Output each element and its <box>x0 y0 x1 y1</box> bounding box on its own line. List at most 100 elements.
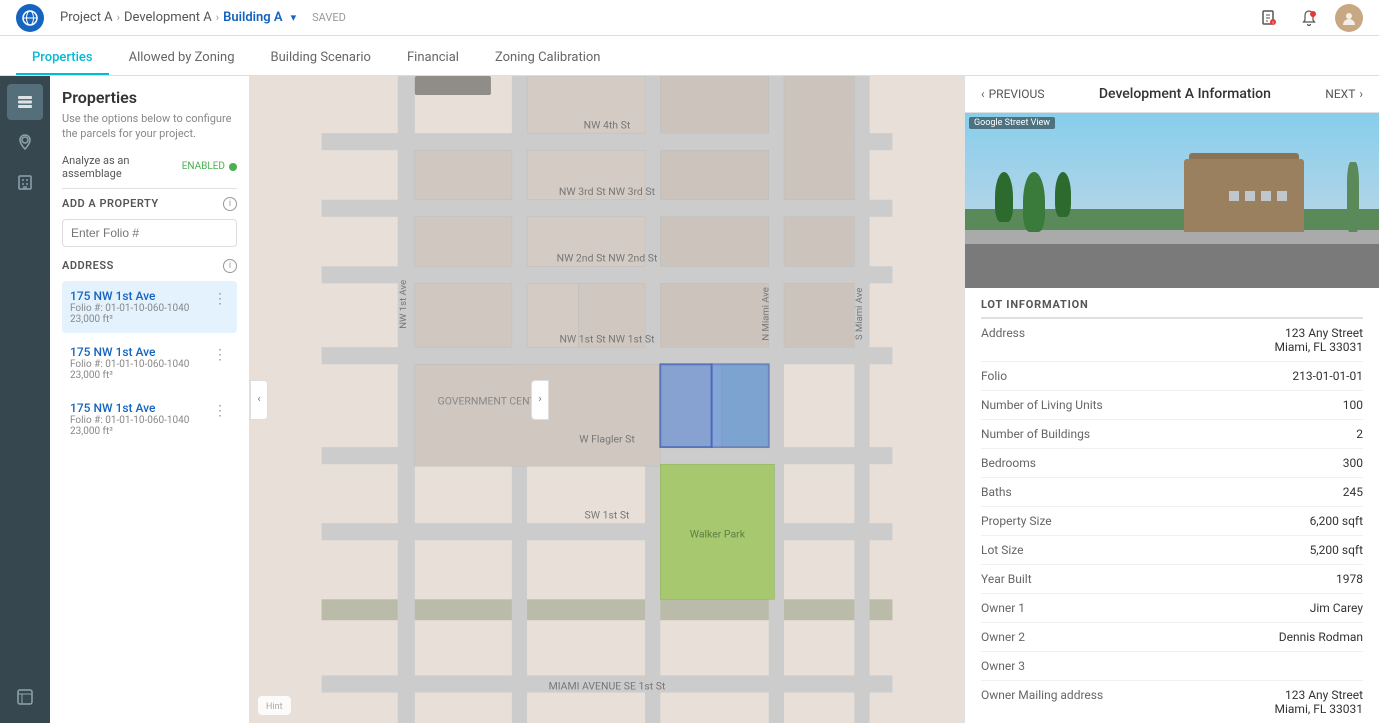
previous-chevron-icon: ‹ <box>981 87 985 101</box>
lot-label-baths: Baths <box>981 485 1172 499</box>
address-item-1-name: 175 NW 1st Ave <box>70 345 189 359</box>
divider-1 <box>62 188 237 189</box>
tab-financial[interactable]: Financial <box>391 42 475 75</box>
address-item-1-folio: Folio #: 01-01-10-060-1040 <box>70 359 189 370</box>
street-view: Google Street View <box>965 113 1379 288</box>
lot-value-owner1: Jim Carey <box>1172 601 1363 615</box>
address-item-1[interactable]: 175 NW 1st Ave Folio #: 01-01-10-060-104… <box>62 337 237 389</box>
previous-label: PREVIOUS <box>989 87 1045 101</box>
address-label: ADDRESS <box>62 259 114 272</box>
address-item-2[interactable]: 175 NW 1st Ave Folio #: 01-01-10-060-104… <box>62 393 237 445</box>
tab-building-scenario[interactable]: Building Scenario <box>255 42 387 75</box>
address-item-2-size: 23,000 ft² <box>70 426 189 437</box>
lot-row-owner3: Owner 3 <box>981 652 1363 681</box>
main-content: Properties Use the options below to conf… <box>0 76 1379 723</box>
lot-row-property-size: Property Size 6,200 sqft <box>981 507 1363 536</box>
tab-properties[interactable]: Properties <box>16 42 109 75</box>
lot-label-mailing-address: Owner Mailing address <box>981 688 1172 702</box>
address-item-0-name: 175 NW 1st Ave <box>70 289 189 303</box>
enabled-dot <box>229 163 237 171</box>
map-area[interactable]: GOVERNMENT CENTER Walker Park NW 4th St … <box>250 76 964 723</box>
lot-row-owner1: Owner 1 Jim Carey <box>981 594 1363 623</box>
building-dropdown-icon[interactable]: ▾ <box>291 11 297 24</box>
document-icon-btn[interactable]: ! <box>1255 4 1283 32</box>
lot-value-living-units: 100 <box>1172 398 1363 412</box>
address-item-0-folio: Folio #: 01-01-10-060-1040 <box>70 303 189 314</box>
top-nav-right: ! <box>1255 4 1363 32</box>
lot-row-owner2: Owner 2 Dennis Rodman <box>981 623 1363 652</box>
street-view-image: Google Street View <box>965 113 1379 288</box>
svg-text:N Miami Ave: N Miami Ave <box>761 287 772 340</box>
address-item-0[interactable]: 175 NW 1st Ave Folio #: 01-01-10-060-104… <box>62 281 237 333</box>
assemblage-row: Analyze as an assemblage ENABLED <box>62 154 237 180</box>
lot-label-num-buildings: Number of Buildings <box>981 427 1172 441</box>
address-item-0-size: 23,000 ft² <box>70 314 189 325</box>
lot-row-bedrooms: Bedrooms 300 <box>981 449 1363 478</box>
lot-info-header: LOT INFORMATION <box>981 288 1363 319</box>
next-chevron-icon: › <box>1359 87 1363 101</box>
address-item-0-menu[interactable]: ⋮ <box>211 289 229 309</box>
next-button[interactable]: NEXT › <box>1325 87 1363 101</box>
panel-collapse-left[interactable]: ‹ <box>250 380 268 420</box>
hint-icon-btn[interactable] <box>7 679 43 715</box>
breadcrumb-sep-1: › <box>117 11 120 24</box>
building-icon-btn[interactable] <box>7 164 43 200</box>
lot-row-baths: Baths 245 <box>981 478 1363 507</box>
svg-text:Walker Park: Walker Park <box>690 527 746 540</box>
lot-label-owner2: Owner 2 <box>981 630 1172 644</box>
address-section: ADDRESS i 175 NW 1st Ave Folio #: 01-01-… <box>62 259 237 445</box>
address-item-1-content: 175 NW 1st Ave Folio #: 01-01-10-060-104… <box>70 345 189 381</box>
svg-text:NW 2nd St NW 2nd St: NW 2nd St NW 2nd St <box>557 252 658 265</box>
breadcrumb-sep-2: › <box>216 11 219 24</box>
lot-label-owner3: Owner 3 <box>981 659 1172 673</box>
add-property-header: ADD A PROPERTY i <box>62 197 237 211</box>
lot-value-mailing-address: 123 Any StreetMiami, FL 33031 <box>1172 688 1363 716</box>
address-header: ADDRESS i <box>62 259 237 273</box>
svg-text:NW 1st St NW 1st St: NW 1st St NW 1st St <box>559 332 655 345</box>
svg-text:NW 3rd St NW 3rd St: NW 3rd St NW 3rd St <box>559 185 656 198</box>
address-item-2-menu[interactable]: ⋮ <box>211 401 229 421</box>
lot-label-folio: Folio <box>981 369 1172 383</box>
assemblage-label: Analyze as an assemblage <box>62 154 182 180</box>
lot-info-section: LOT INFORMATION Address 123 Any StreetMi… <box>965 288 1379 723</box>
address-item-1-menu[interactable]: ⋮ <box>211 345 229 365</box>
properties-description: Use the options below to configure the p… <box>62 111 237 142</box>
avatar[interactable] <box>1335 4 1363 32</box>
assemblage-status: ENABLED <box>182 161 237 172</box>
lot-row-folio: Folio 213-01-01-01 <box>981 362 1363 391</box>
tab-zoning-calibration[interactable]: Zoning Calibration <box>479 42 617 75</box>
sidebar-icon-panel <box>0 76 50 723</box>
panel-collapse-right[interactable]: › <box>531 380 549 420</box>
top-navigation: Project A › Development A › Building A ▾… <box>0 0 1379 36</box>
bell-icon-btn[interactable] <box>1295 4 1323 32</box>
svg-text:W Flagler St: W Flagler St <box>579 432 635 445</box>
tab-bar: Properties Allowed by Zoning Building Sc… <box>0 36 1379 76</box>
breadcrumb-project[interactable]: Project A <box>60 10 113 25</box>
add-property-label: ADD A PROPERTY <box>62 197 159 210</box>
lot-label-address: Address <box>981 326 1172 340</box>
street-view-label: Google Street View <box>969 117 1055 129</box>
breadcrumb-development[interactable]: Development A <box>124 10 212 25</box>
add-property-info-icon[interactable]: i <box>223 197 237 211</box>
lot-row-address: Address 123 Any StreetMiami, FL 33031 <box>981 319 1363 362</box>
layers-icon-btn[interactable] <box>7 84 43 120</box>
lot-value-folio: 213-01-01-01 <box>1172 369 1363 383</box>
lot-label-lot-size: Lot Size <box>981 543 1172 557</box>
hint-text: Hint <box>266 700 283 714</box>
lot-label-owner1: Owner 1 <box>981 601 1172 615</box>
lot-row-year-built: Year Built 1978 <box>981 565 1363 594</box>
lot-label-year-built: Year Built <box>981 572 1172 586</box>
breadcrumb-building[interactable]: Building A <box>223 10 283 25</box>
properties-panel: Properties Use the options below to conf… <box>50 76 250 723</box>
folio-input[interactable] <box>62 219 237 247</box>
lot-value-baths: 245 <box>1172 485 1363 499</box>
svg-text:!: ! <box>1272 21 1273 27</box>
address-item-2-content: 175 NW 1st Ave Folio #: 01-01-10-060-104… <box>70 401 189 437</box>
location-icon-btn[interactable] <box>7 124 43 160</box>
previous-button[interactable]: ‹ PREVIOUS <box>981 87 1044 101</box>
lot-value-address: 123 Any StreetMiami, FL 33031 <box>1172 326 1363 354</box>
address-item-0-content: 175 NW 1st Ave Folio #: 01-01-10-060-104… <box>70 289 189 325</box>
address-info-icon[interactable]: i <box>223 259 237 273</box>
tab-allowed-zoning[interactable]: Allowed by Zoning <box>113 42 251 75</box>
address-item-2-folio: Folio #: 01-01-10-060-1040 <box>70 415 189 426</box>
